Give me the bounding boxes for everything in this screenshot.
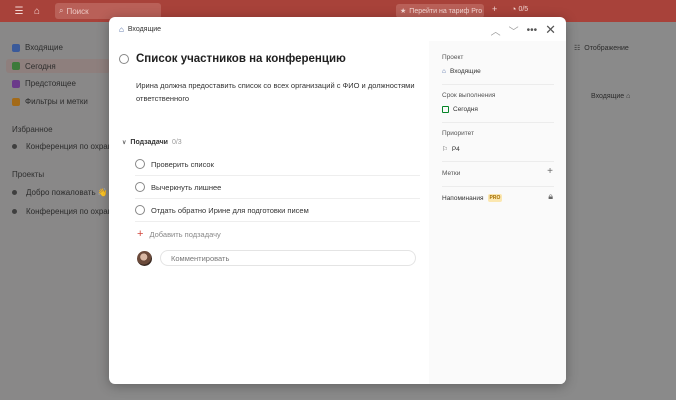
sidebar-item-label: Входящие (25, 43, 63, 52)
chevron-down-icon[interactable]: ﹀ (509, 23, 519, 38)
priority-label: Приоритет (442, 130, 475, 137)
project-select[interactable]: ⌂ Входящие (442, 68, 481, 75)
task-detail-modal: ⌂ Входящие ︿ ﹀ ••• ✕ Список участников н… (109, 17, 566, 384)
favorite-item[interactable]: Конференция по охране (12, 142, 117, 151)
calendar-today-icon (12, 62, 20, 70)
task-title-row: Список участников на конференцию (119, 53, 346, 65)
chevron-up-icon[interactable]: ︿ (491, 23, 501, 38)
breadcrumb[interactable]: Входящие (128, 26, 161, 33)
project-label: Проект (442, 54, 464, 61)
task-description[interactable]: Ирина должна предоставить список со всех… (136, 79, 421, 105)
sidebar-item-filters[interactable]: Фильтры и метки (12, 97, 88, 106)
project-item[interactable]: Конференция по охране (12, 207, 117, 216)
task-main: Список участников на конференцию Ирина д… (109, 41, 429, 384)
home-icon[interactable]: ⌂ (30, 4, 44, 18)
subtask-checkbox[interactable] (135, 205, 145, 215)
sidebar-item-label: Предстоящее (25, 79, 76, 88)
comment-row (137, 250, 416, 266)
view-button[interactable]: ☷ Отображение (574, 44, 629, 53)
add-subtask-label: Добавить подзадачу (149, 229, 221, 239)
view-icon: ☷ (574, 45, 581, 52)
lock-icon: 🔒︎ (548, 191, 553, 201)
priority-value: P4 (451, 145, 460, 153)
priority-select[interactable]: ⚐ P4 (442, 145, 460, 154)
upgrade-button[interactable]: ★ Перейти на тариф Pro (396, 4, 484, 18)
favorite-label: Конференция по охране (26, 142, 117, 151)
sidebar-item-today[interactable]: Сегодня (6, 59, 110, 73)
subtask-list: Проверить список Вычеркнуть лишнее Отдат… (135, 153, 420, 222)
subtask-item[interactable]: Отдать обратно Ирине для подготовки писе… (135, 199, 420, 222)
subtasks-label: Подзадачи (130, 139, 168, 146)
pro-badge: PRO (487, 194, 503, 202)
subtask-item[interactable]: Вычеркнуть лишнее (135, 176, 420, 199)
plus-icon: + (492, 4, 498, 14)
divider (442, 84, 554, 85)
divider (442, 122, 554, 123)
due-value: Сегодня (453, 106, 478, 113)
add-subtask-button[interactable]: + Добавить подзадачу (137, 228, 221, 240)
subtasks-header[interactable]: ∨ Подзадачи 0/3 (122, 139, 182, 146)
task-checkbox[interactable] (119, 54, 129, 64)
divider (442, 186, 554, 187)
background-inbox-label: Входящие ⌂ (591, 93, 630, 100)
plus-icon: + (547, 166, 553, 177)
project-label: Добро пожаловать 👋 (26, 188, 108, 197)
background-content (566, 22, 676, 400)
due-date-select[interactable]: Сегодня (442, 106, 478, 113)
avatar (137, 250, 152, 266)
sidebar-item-inbox[interactable]: Входящие (12, 43, 63, 52)
project-dot-icon (12, 190, 17, 195)
search-icon: ⌕ (59, 6, 64, 15)
sidebar-item-label: Сегодня (25, 61, 56, 71)
project-value: Входящие (449, 68, 481, 75)
task-title[interactable]: Список участников на конференцию (136, 53, 346, 65)
close-icon[interactable]: ✕ (545, 22, 556, 38)
sidebar-item-label: Фильтры и метки (25, 97, 88, 106)
inbox-label: Входящие (591, 93, 625, 100)
inbox-icon (12, 43, 20, 52)
karma-count: 0/5 (518, 5, 529, 13)
karma-button[interactable]: ◔ 0/5 (511, 4, 528, 14)
reminders-row[interactable]: Напоминания PRO (442, 194, 503, 202)
more-icon[interactable]: ••• (527, 25, 538, 36)
favorites-heading[interactable]: Избранное (12, 125, 53, 134)
labels-label: Метки (442, 170, 461, 177)
subtask-label: Вычеркнуть лишнее (151, 182, 222, 192)
inbox-icon: ⌂ (119, 24, 124, 34)
inbox-icon: ⌂ (626, 93, 631, 100)
menu-icon[interactable]: ☰ (12, 4, 26, 18)
calendar-icon (442, 106, 449, 113)
karma-icon: ◔ (511, 4, 517, 14)
project-label: Конференция по охране (26, 207, 117, 216)
chevron-down-icon: ∨ (122, 140, 127, 146)
subtask-checkbox[interactable] (135, 159, 145, 169)
view-label: Отображение (584, 44, 629, 52)
subtasks-count: 0/3 (171, 139, 182, 146)
header-actions: ︿ ﹀ ••• ✕ (491, 22, 556, 38)
subtask-checkbox[interactable] (135, 182, 145, 192)
reminders-label: Напоминания (442, 194, 484, 202)
task-side-panel: Проект ⌂ Входящие Срок выполнения Сегодн… (429, 41, 566, 384)
sidebar-item-upcoming[interactable]: Предстоящее (12, 79, 76, 88)
filters-icon (12, 97, 20, 106)
plus-icon: + (137, 228, 144, 240)
project-item[interactable]: Добро пожаловать 👋 (12, 188, 108, 197)
add-label-button[interactable]: + (547, 166, 553, 177)
divider (442, 161, 554, 162)
upgrade-label: Перейти на тариф Pro (409, 7, 483, 15)
comment-input[interactable] (160, 250, 416, 266)
calendar-upcoming-icon (12, 79, 20, 88)
projects-heading[interactable]: Проекты (12, 170, 44, 179)
project-dot-icon (12, 144, 17, 149)
project-dot-icon (12, 209, 17, 214)
inbox-icon: ⌂ (442, 68, 446, 75)
subtask-item[interactable]: Проверить список (135, 153, 420, 176)
star-icon: ★ (400, 8, 407, 15)
flag-icon: ⚐ (442, 146, 448, 153)
subtask-label: Отдать обратно Ирине для подготовки писе… (151, 205, 309, 215)
search-input[interactable] (66, 6, 147, 16)
subtask-label: Проверить список (151, 159, 214, 169)
quick-add-button[interactable]: + (492, 4, 497, 14)
due-label: Срок выполнения (442, 92, 496, 99)
